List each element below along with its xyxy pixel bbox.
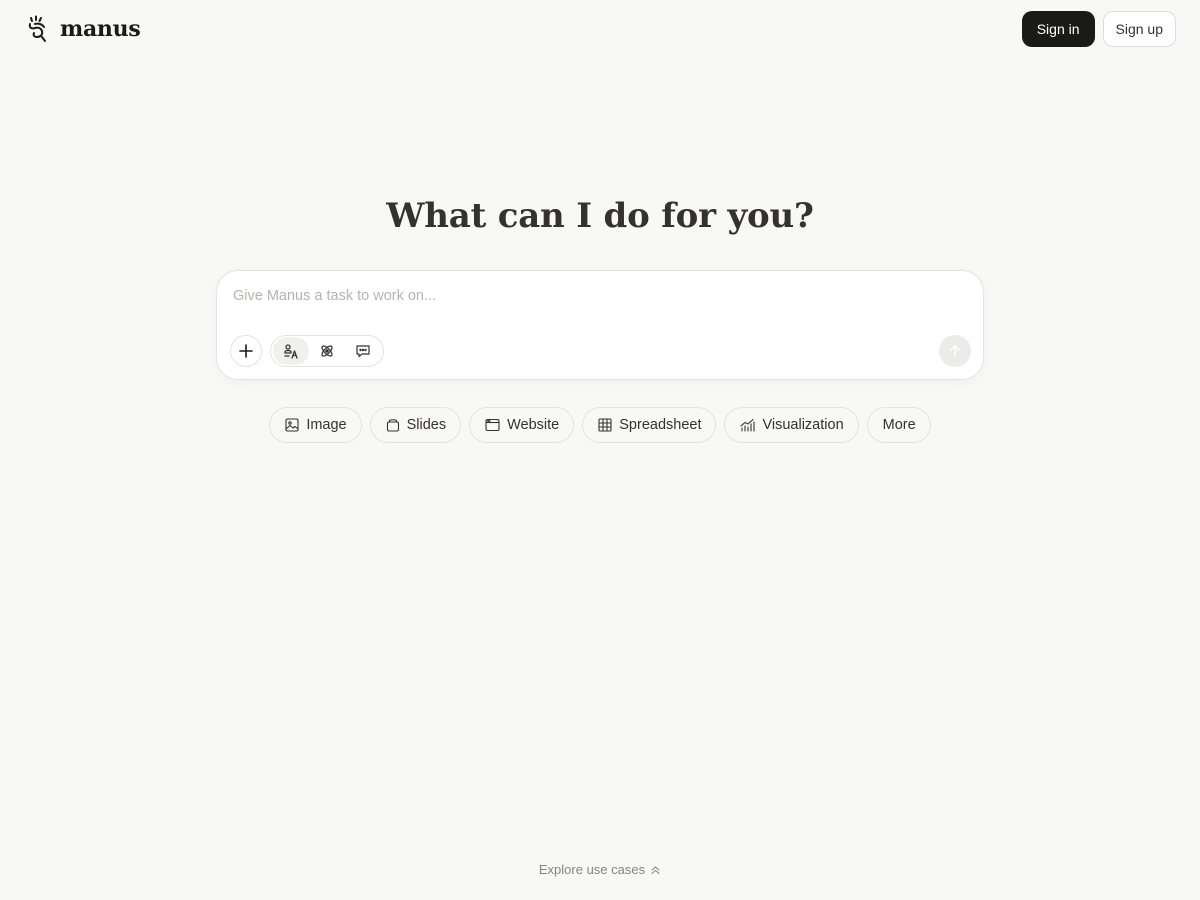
top-bar: manus Sign in Sign up: [0, 0, 1200, 58]
add-attachment-button[interactable]: [230, 335, 262, 367]
slides-icon: [386, 419, 399, 432]
chip-label: Image: [306, 417, 347, 433]
chip-slides[interactable]: Slides: [369, 407, 462, 443]
chip-label: Website: [507, 417, 560, 433]
brand-logo[interactable]: manus: [26, 15, 141, 43]
chip-label: More: [882, 417, 916, 433]
chip-more[interactable]: More: [866, 407, 931, 443]
page: manus Sign in Sign up What can I do for …: [0, 0, 1200, 900]
quick-actions: Image Slides Website Spreadsheet Visuali…: [0, 407, 1200, 443]
auth-buttons: Sign in Sign up: [1021, 11, 1176, 47]
mode-research-button[interactable]: [309, 337, 345, 365]
mode-chat-button[interactable]: [345, 337, 381, 365]
mode-agent-button[interactable]: [273, 337, 309, 365]
atom-icon: [321, 345, 333, 357]
chip-label: Slides: [406, 417, 447, 433]
sign-up-button[interactable]: Sign up: [1102, 11, 1176, 47]
chart-icon: [740, 418, 756, 432]
table-icon: [598, 418, 612, 432]
arrow-up-icon: [950, 345, 960, 357]
browser-icon: [485, 418, 500, 432]
brand-name: manus: [60, 16, 141, 42]
mode-selector: [270, 335, 384, 367]
chat-icon: [356, 345, 370, 358]
chip-website[interactable]: Website: [469, 407, 575, 443]
chip-label: Visualization: [762, 417, 844, 433]
image-icon: [285, 418, 299, 432]
task-input[interactable]: [233, 285, 953, 307]
chevrons-up-icon: [651, 866, 660, 875]
send-button[interactable]: [939, 335, 971, 367]
explore-use-cases-link[interactable]: Explore use cases: [0, 862, 1200, 877]
chip-visualization[interactable]: Visualization: [724, 407, 859, 443]
plus-icon: [239, 344, 253, 358]
explore-label: Explore use cases: [538, 862, 646, 877]
task-composer: [216, 270, 984, 380]
page-title: What can I do for you?: [386, 196, 814, 236]
chip-label: Spreadsheet: [619, 417, 702, 433]
hand-logo-icon: [28, 15, 46, 42]
sign-in-button[interactable]: Sign in: [1021, 11, 1095, 47]
chip-image[interactable]: Image: [269, 407, 362, 443]
agent-icon: [284, 344, 298, 359]
chip-spreadsheet[interactable]: Spreadsheet: [582, 407, 717, 443]
